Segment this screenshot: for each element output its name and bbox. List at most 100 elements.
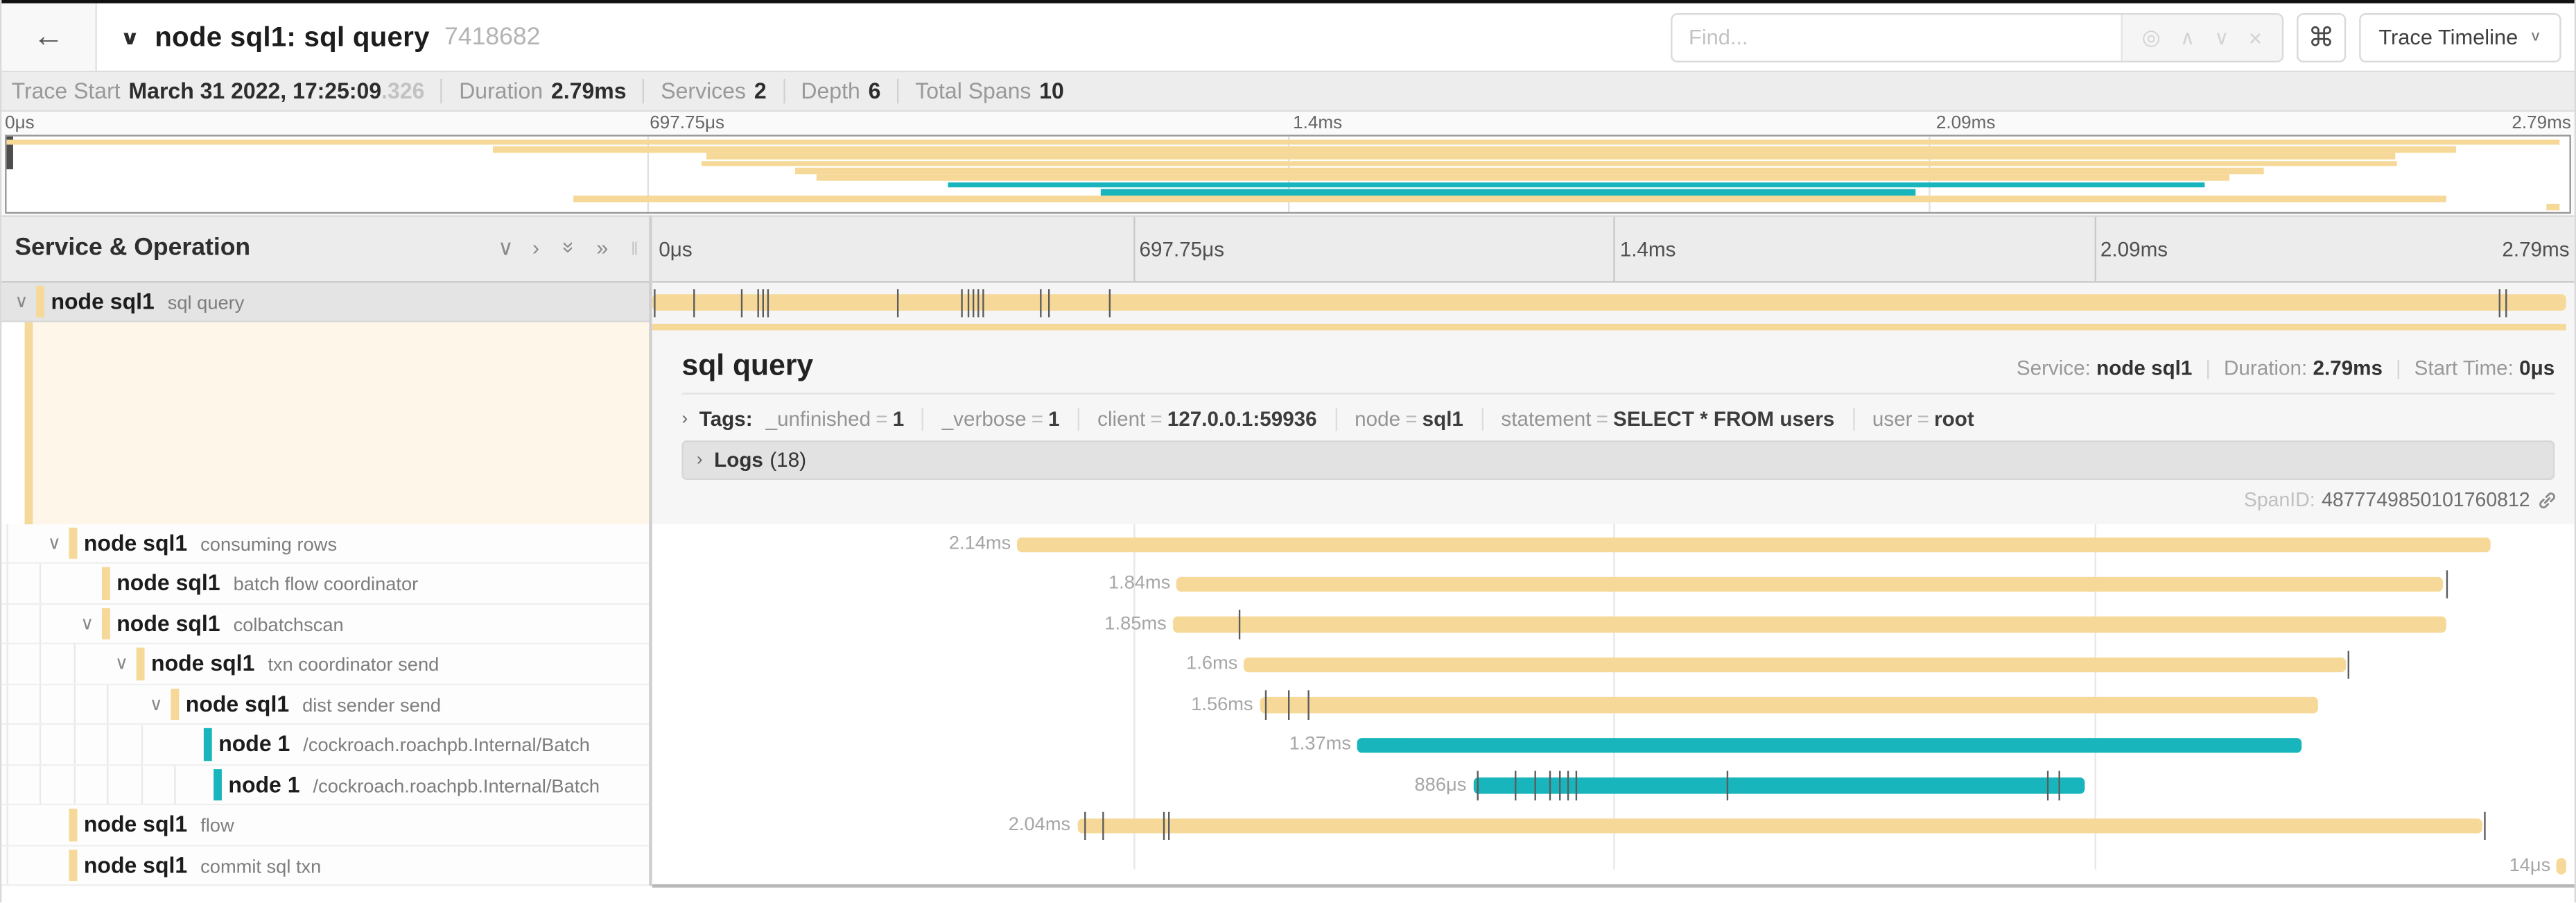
- tree-row[interactable]: node sql1flow: [1, 805, 649, 845]
- span-service-name: node 1/cockroach.roachpb.Internal/Batch: [218, 732, 590, 757]
- collapse-trace-chevron-icon[interactable]: ∨: [120, 25, 140, 49]
- minimap-span-row: [6, 203, 2569, 209]
- tags-accordion[interactable]: › Tags: _unfinished=1_verbose=1client=12…: [682, 404, 2555, 434]
- minimap-tick-labels: 0μs697.75μs1.4ms2.09ms2.79ms: [1, 112, 2574, 135]
- tree-row-selected[interactable]: ∨node sql1sql query: [1, 283, 649, 322]
- tag-item: _verbose=1: [922, 408, 1077, 431]
- tree-row[interactable]: node 1/cockroach.roachpb.Internal/Batch: [1, 765, 649, 805]
- log-tick-mark: [1110, 289, 1111, 317]
- span-bar[interactable]: [1018, 537, 2490, 553]
- log-tick-mark: [767, 289, 769, 317]
- minimap-canvas[interactable]: [5, 135, 2571, 214]
- span-duration-label: 14μs: [2509, 856, 2551, 875]
- log-tick-mark: [1163, 811, 1165, 840]
- log-tick-mark: [1575, 771, 1576, 800]
- span-bar-row[interactable]: 2.04ms: [652, 805, 2575, 845]
- page-header: ← ∨ node sql1: sql query 7418682 ◎ ∧ ∨ ×…: [1, 3, 2574, 73]
- expand-chevron-icon[interactable]: ∨: [48, 533, 61, 554]
- span-bar-row[interactable]: 14μs: [652, 845, 2575, 886]
- tree-row[interactable]: ∨ node sql1consuming rows: [1, 524, 649, 565]
- detail-left-column: [1, 322, 649, 524]
- span-bar[interactable]: [1177, 577, 2444, 593]
- log-tick-mark: [2499, 289, 2500, 317]
- find-input[interactable]: [1672, 14, 2121, 60]
- span-bar-row[interactable]: 1.84ms: [652, 565, 2575, 605]
- view-selector-button[interactable]: Trace Timeline ∨: [2359, 12, 2561, 62]
- keyboard-shortcuts-button[interactable]: ⌘: [2297, 12, 2346, 62]
- log-tick-mark: [1265, 691, 1267, 719]
- span-bar-row[interactable]: 1.85ms: [652, 605, 2575, 645]
- span-bar-row[interactable]: 886μs: [652, 765, 2575, 805]
- log-tick-mark: [758, 289, 759, 317]
- tree-row[interactable]: ∨ node sql1colbatchscan: [1, 605, 649, 645]
- span-bar[interactable]: [1173, 617, 2446, 633]
- collapse-one-icon[interactable]: ∨: [498, 237, 514, 258]
- span-bar-row[interactable]: [652, 283, 2575, 322]
- span-operation-name: consuming rows: [200, 536, 337, 556]
- deep-link-icon[interactable]: [2536, 489, 2558, 510]
- span-detail-title: sql query: [682, 348, 814, 383]
- span-service-name: node sql1txn coordinator send: [151, 651, 439, 676]
- span-bar[interactable]: [1077, 818, 2482, 834]
- expand-chevron-icon[interactable]: ∨: [15, 291, 28, 312]
- log-tick-mark: [1289, 691, 1290, 719]
- collapse-all-icon[interactable]: »: [559, 241, 580, 253]
- span-bar-row[interactable]: 1.56ms: [652, 685, 2575, 725]
- span-bar-row[interactable]: 1.6ms: [652, 645, 2575, 685]
- span-bar[interactable]: [1473, 777, 2085, 793]
- span-bar[interactable]: [2557, 858, 2567, 874]
- timeline-ruler: 0μs697.75μs1.4ms2.09ms2.79ms: [652, 215, 2575, 282]
- expand-chevron-icon[interactable]: ∨: [115, 653, 128, 675]
- log-tick-mark: [2505, 289, 2507, 317]
- tag-item: statement=SELECT * FROM users: [1481, 408, 1852, 431]
- detail-divider: [682, 393, 2555, 394]
- minimap-span-row: [6, 146, 2569, 153]
- trace-title: node sql1: sql query: [155, 21, 430, 53]
- tree-row[interactable]: node 1/cockroach.roachpb.Internal/Batch: [1, 725, 649, 766]
- logs-accordion[interactable]: › Logs (18): [682, 440, 2555, 480]
- span-color-stripe: [102, 568, 110, 600]
- clear-search-icon[interactable]: ×: [2249, 26, 2262, 49]
- expand-chevron-icon[interactable]: ∨: [150, 694, 163, 715]
- span-color-stripe: [171, 688, 179, 720]
- span-operation-name: flow: [200, 817, 234, 836]
- span-bar[interactable]: [1260, 697, 2319, 713]
- tag-item: node=sql1: [1335, 408, 1481, 431]
- expand-chevron-icon[interactable]: ∨: [80, 613, 94, 635]
- span-id-value: 4877749850101760812: [2322, 488, 2530, 511]
- ruler-tick-label: 0μs: [659, 239, 692, 261]
- find-controls: ◎ ∧ ∨ ×: [2121, 14, 2282, 60]
- span-operation-name: colbatchscan: [234, 616, 344, 635]
- prev-match-icon[interactable]: ∧: [2180, 27, 2195, 46]
- log-tick-mark: [1560, 771, 1561, 800]
- span-service-name: node sql1colbatchscan: [116, 611, 343, 636]
- span-bar[interactable]: [1244, 657, 2346, 673]
- tag-item: user=root: [1852, 408, 1992, 431]
- minimap-span-row: [6, 196, 2569, 203]
- span-service-name: node sql1commit sql txn: [84, 852, 321, 877]
- span-bar[interactable]: [652, 294, 2567, 311]
- span-service-name: node sql1consuming rows: [84, 531, 337, 556]
- span-bar[interactable]: [1357, 737, 2301, 753]
- minimap-span-row: [6, 167, 2569, 173]
- ruler-tick-label: 2.09ms: [2100, 239, 2168, 261]
- log-tick-mark: [1048, 289, 1050, 317]
- expand-all-icon[interactable]: »: [596, 237, 608, 258]
- log-tick-mark: [654, 289, 656, 317]
- minimap-span-row: [6, 182, 2569, 188]
- tree-row[interactable]: ∨ node sql1txn coordinator send: [1, 645, 649, 685]
- timeline-bottom-border: [652, 884, 2575, 887]
- tree-row[interactable]: ∨node sql1dist sender send: [1, 685, 649, 725]
- next-match-icon[interactable]: ∨: [2214, 27, 2229, 46]
- panel-resize-grabber[interactable]: ‖: [631, 240, 640, 259]
- minimap-tick-label: 2.09ms: [1936, 114, 1996, 133]
- tree-row[interactable]: node sql1batch flow coordinator: [1, 565, 649, 605]
- locate-icon[interactable]: ◎: [2142, 26, 2161, 48]
- span-bar-row[interactable]: 1.37ms: [652, 725, 2575, 766]
- tree-row[interactable]: node sql1commit sql txn: [1, 845, 649, 886]
- back-button[interactable]: ←: [1, 3, 96, 71]
- span-bar-row[interactable]: 2.14ms: [652, 524, 2575, 565]
- log-tick-mark: [1477, 771, 1478, 800]
- span-bar-rows: 2.14ms1.84ms1.85ms1.6ms1.56ms1.37ms886μs…: [652, 524, 2575, 886]
- expand-one-icon[interactable]: ›: [532, 237, 539, 258]
